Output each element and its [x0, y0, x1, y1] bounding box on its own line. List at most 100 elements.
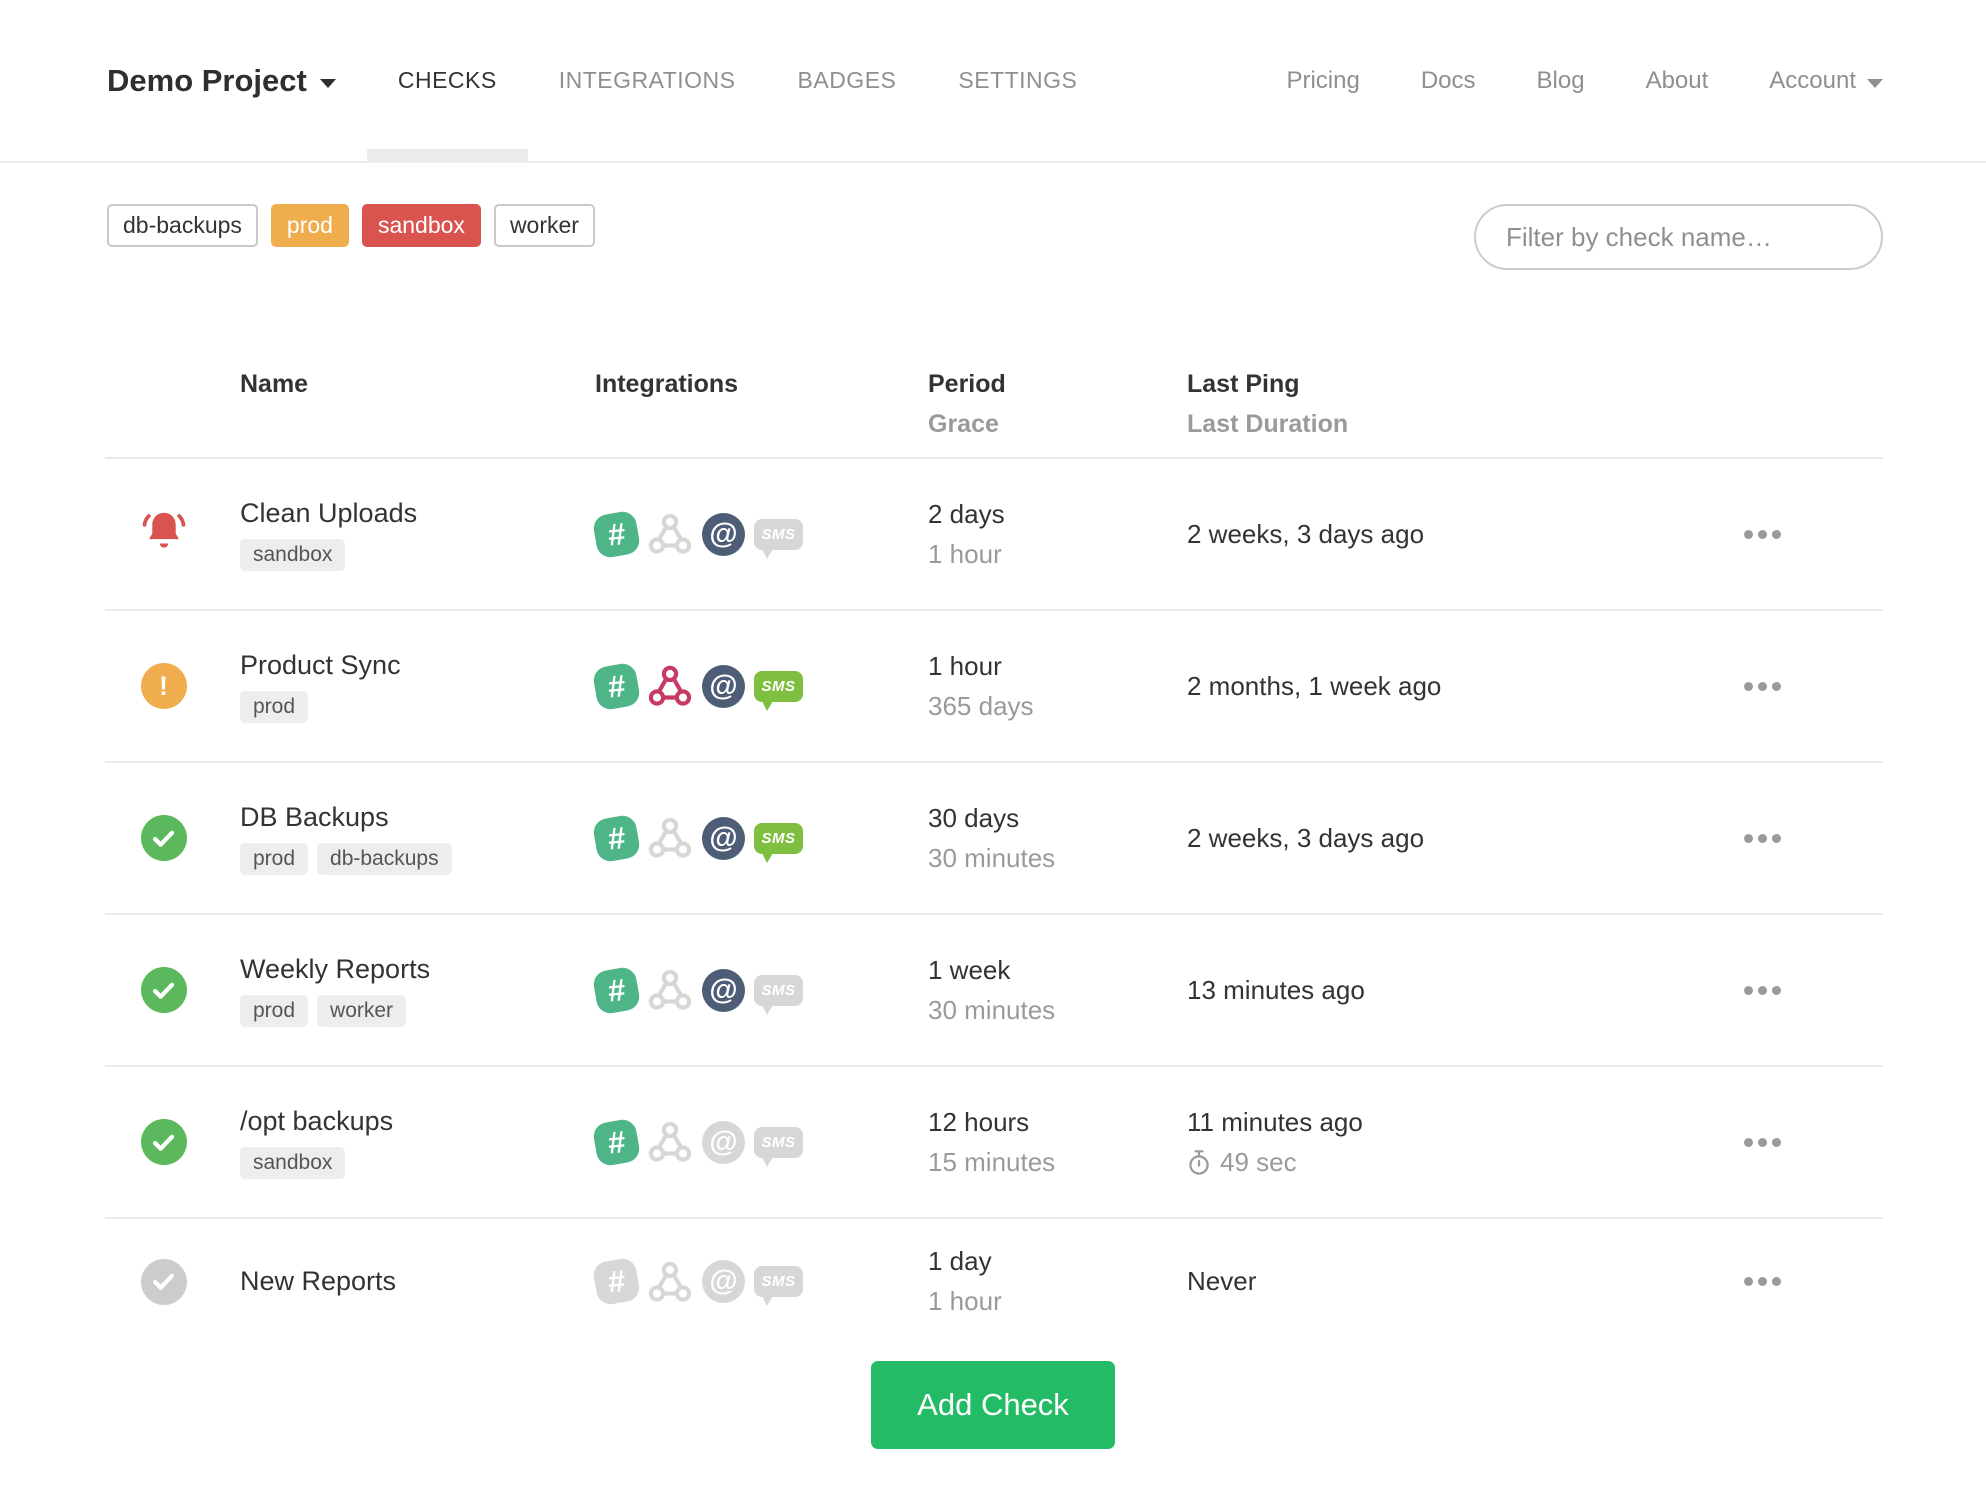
integrations-cell: # @ SMS — [591, 813, 915, 863]
header-name: Name — [240, 370, 309, 398]
slack-icon[interactable]: # — [591, 1117, 642, 1167]
project-switcher[interactable]: Demo Project — [107, 63, 336, 99]
integrations-cell: # @ SMS — [591, 1117, 915, 1167]
check-tag: sandbox — [240, 1146, 346, 1179]
check-name[interactable]: Product Sync — [240, 650, 595, 681]
email-icon[interactable]: @ — [702, 1120, 745, 1164]
tag-filter-sandbox[interactable]: sandbox — [361, 204, 481, 247]
filter-bar: db-backups prod sandbox worker — [0, 163, 1986, 270]
period-value: 1 week — [928, 954, 1011, 985]
sms-icon[interactable]: SMS — [754, 1126, 803, 1167]
last-ping-value: Never — [1187, 1266, 1257, 1296]
integrations-cell: # @ SMS — [591, 661, 915, 711]
search-input[interactable] — [1474, 204, 1883, 270]
slack-icon[interactable]: # — [591, 509, 642, 559]
last-ping-value: 2 months, 1 week ago — [1187, 670, 1442, 701]
checks-page: Demo Project CHECKS INTEGRATIONS BADGES … — [0, 0, 1986, 1494]
check-tags: prod — [240, 690, 595, 723]
grace-value: 30 minutes — [928, 994, 1056, 1025]
period-value: 1 hour — [928, 650, 1002, 681]
webhook-icon[interactable] — [647, 815, 693, 861]
tag-filter-db-backups[interactable]: db-backups — [107, 204, 258, 247]
grace-value: 1 hour — [928, 1286, 1002, 1316]
status-icon — [140, 815, 187, 861]
webhook-icon[interactable] — [647, 663, 693, 709]
add-check-button[interactable]: Add Check — [871, 1361, 1115, 1449]
status-icon — [140, 1119, 187, 1165]
check-name[interactable]: New Reports — [240, 1266, 595, 1297]
check-tag: prod — [240, 842, 309, 875]
period-value: 2 days — [928, 498, 1005, 529]
check-row: Weekly Reports prod worker # @ SMS 1 week 3… — [105, 915, 1883, 1067]
check-name[interactable]: Clean Uploads — [240, 498, 595, 529]
integrations-cell: # @ SMS — [591, 509, 915, 559]
period-value: 12 hours — [928, 1106, 1030, 1137]
last-ping-value: 2 weeks, 3 days ago — [1187, 518, 1425, 549]
check-icon — [140, 815, 187, 861]
webhook-icon[interactable] — [647, 1259, 693, 1305]
account-label: Account — [1769, 66, 1856, 94]
nav-link-about[interactable]: About — [1646, 67, 1709, 95]
header-last-duration: Last Duration — [1187, 410, 1349, 438]
email-icon[interactable]: @ — [702, 816, 745, 860]
check-name[interactable]: /opt backups — [240, 1106, 595, 1137]
project-name: Demo Project — [107, 62, 307, 98]
last-ping-value: 2 weeks, 3 days ago — [1187, 822, 1425, 853]
nav-link-docs[interactable]: Docs — [1421, 67, 1476, 95]
check-tag: prod — [240, 690, 309, 723]
check-tags: sandbox — [240, 1146, 595, 1179]
grace-value: 1 hour — [928, 538, 1002, 569]
email-icon[interactable]: @ — [702, 664, 745, 708]
row-menu-button[interactable] — [1740, 1128, 1785, 1157]
row-menu-button[interactable] — [1740, 824, 1785, 853]
status-icon — [138, 506, 190, 563]
tab-checks[interactable]: CHECKS — [366, 0, 528, 161]
check-tag: db-backups — [317, 842, 452, 875]
row-menu-button[interactable] — [1740, 672, 1785, 701]
header-integrations: Integrations — [595, 370, 739, 398]
check-row: New Reports # @ SMS 1 day 1 hour Never — [105, 1219, 1883, 1344]
stopwatch-icon — [1189, 1149, 1209, 1175]
tab-badges[interactable]: BADGES — [767, 0, 928, 161]
header-grace: Grace — [928, 410, 999, 438]
check-tag: prod — [240, 994, 309, 1027]
check-row: DB Backups prod db-backups # @ SMS 30 days … — [105, 763, 1883, 915]
account-menu[interactable]: Account — [1769, 67, 1883, 95]
email-icon[interactable]: @ — [702, 1260, 745, 1303]
row-menu-button[interactable] — [1740, 1267, 1785, 1296]
check-name[interactable]: Weekly Reports — [240, 954, 595, 985]
webhook-icon[interactable] — [647, 511, 693, 557]
row-menu-button[interactable] — [1740, 976, 1785, 1005]
table-header: Name Integrations Period Grace Last Ping… — [105, 270, 1883, 459]
check-tag: sandbox — [240, 538, 346, 571]
slack-icon[interactable]: # — [591, 661, 642, 711]
check-name[interactable]: DB Backups — [240, 802, 595, 833]
tab-integrations[interactable]: INTEGRATIONS — [528, 0, 767, 161]
row-menu-button[interactable] — [1740, 520, 1785, 549]
check-icon — [140, 1258, 187, 1305]
slack-icon[interactable]: # — [591, 1256, 642, 1307]
nav-link-pricing[interactable]: Pricing — [1286, 67, 1359, 95]
check-row: ! Product Sync prod # @ SMS 1 hour 365 day… — [105, 611, 1883, 763]
bell-icon — [142, 512, 185, 548]
nav-link-blog[interactable]: Blog — [1537, 67, 1585, 95]
status-icon: ! — [140, 663, 187, 709]
grace-value: 365 days — [928, 690, 1034, 721]
sms-icon[interactable]: SMS — [754, 670, 803, 711]
status-icon — [140, 967, 187, 1013]
slack-icon[interactable]: # — [591, 813, 642, 863]
webhook-icon[interactable] — [647, 967, 693, 1013]
tab-settings[interactable]: SETTINGS — [927, 0, 1108, 161]
tag-filter-prod[interactable]: prod — [270, 204, 349, 247]
email-icon[interactable]: @ — [702, 968, 745, 1012]
sms-icon[interactable]: SMS — [754, 822, 803, 863]
slack-icon[interactable]: # — [591, 965, 642, 1015]
chevron-down-icon — [1867, 78, 1883, 88]
sms-icon[interactable]: SMS — [754, 974, 803, 1015]
sms-icon[interactable]: SMS — [754, 1266, 803, 1306]
sms-icon[interactable]: SMS — [754, 518, 803, 559]
webhook-icon[interactable] — [647, 1119, 693, 1165]
period-value: 30 days — [928, 802, 1020, 833]
tag-filter-worker[interactable]: worker — [493, 204, 595, 247]
email-icon[interactable]: @ — [702, 512, 745, 556]
